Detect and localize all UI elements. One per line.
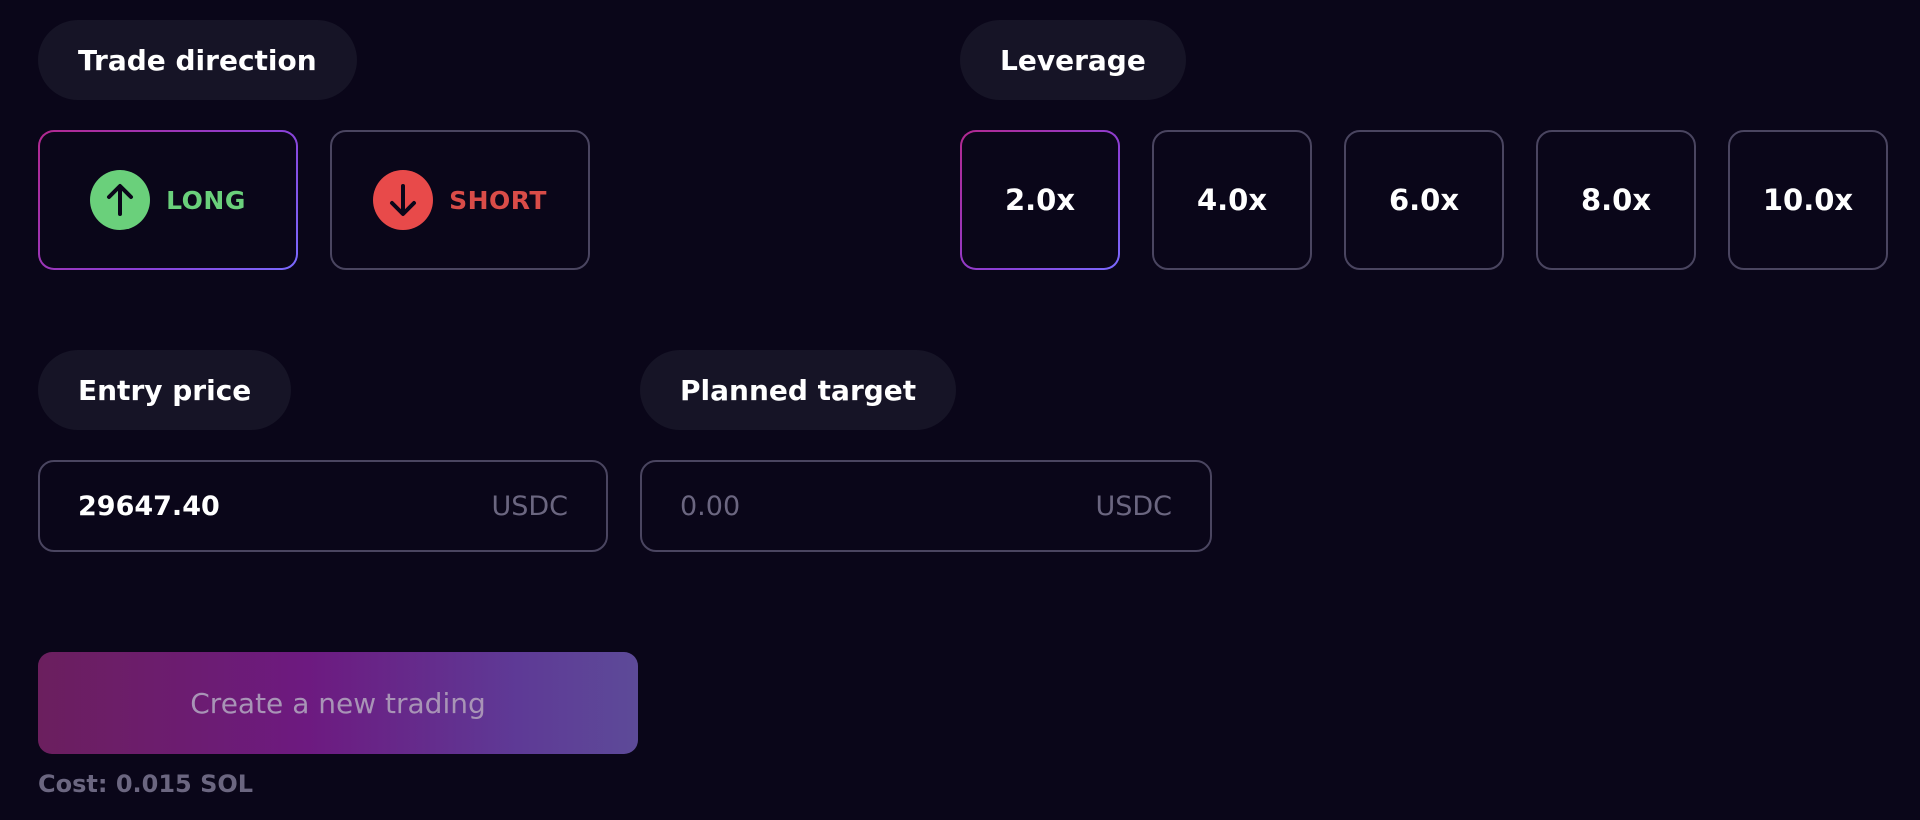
entry-price-label: Entry price	[38, 350, 292, 430]
long-button[interactable]: LONG	[38, 130, 298, 270]
leverage-option-4x[interactable]: 4.0x	[1152, 130, 1312, 270]
leverage-option-8x[interactable]: 8.0x	[1536, 130, 1696, 270]
planned-target-input[interactable]	[680, 490, 1096, 522]
cost-text: Cost: 0.015 SOL	[38, 770, 254, 798]
create-trading-button[interactable]: Create a new trading	[38, 652, 638, 754]
short-label: SHORT	[449, 185, 547, 215]
trade-direction-label: Trade direction	[38, 20, 357, 100]
leverage-label: Leverage	[960, 20, 1186, 100]
leverage-option-2x[interactable]: 2.0x	[960, 130, 1120, 270]
long-label: LONG	[166, 185, 246, 215]
entry-price-field: USDC	[38, 460, 608, 552]
planned-target-field: USDC	[640, 460, 1212, 552]
arrow-up-icon	[90, 170, 151, 230]
entry-price-unit: USDC	[491, 490, 568, 522]
arrow-down-icon	[373, 170, 434, 230]
planned-target-unit: USDC	[1095, 490, 1172, 522]
leverage-option-6x[interactable]: 6.0x	[1344, 130, 1504, 270]
entry-price-input[interactable]	[78, 490, 492, 522]
leverage-option-10x[interactable]: 10.0x	[1728, 130, 1888, 270]
planned-target-label: Planned target	[640, 350, 957, 430]
trade-form: Trade direction LONG SHORT Leverage 2.0x…	[0, 0, 1920, 820]
short-button[interactable]: SHORT	[330, 130, 590, 270]
